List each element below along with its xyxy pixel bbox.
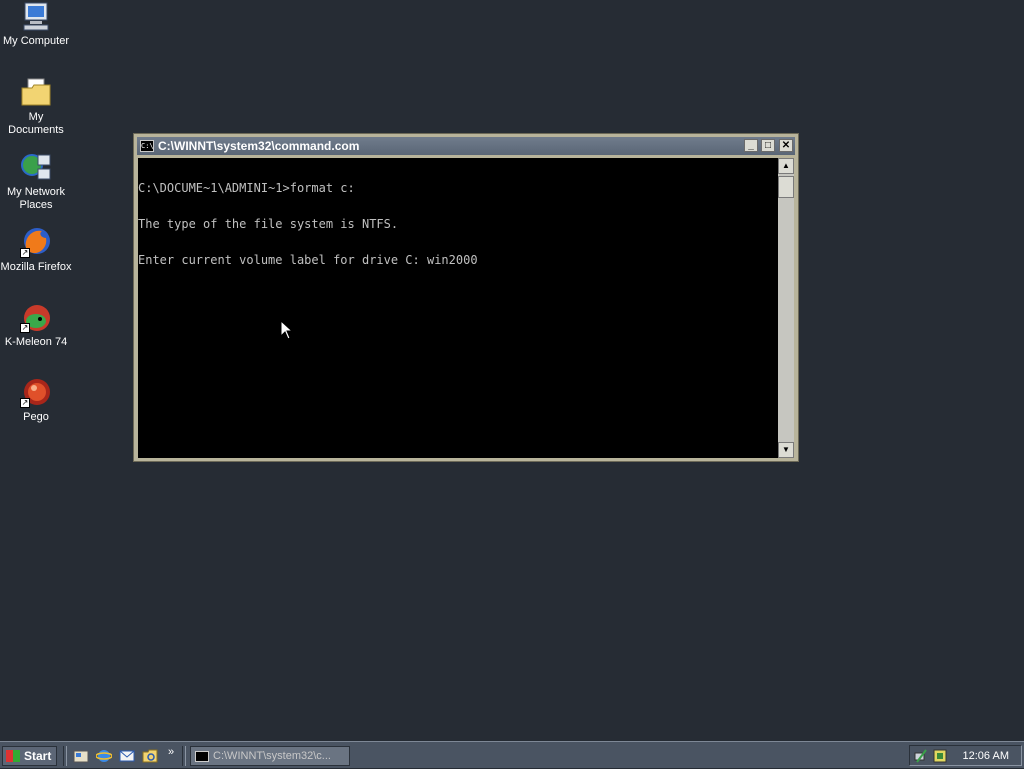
desktop-icon-my-network-places[interactable]: My Network Places <box>0 151 72 212</box>
network-icon <box>20 151 52 183</box>
scroll-up-button[interactable]: ▲ <box>778 158 794 174</box>
kmeleon-icon: ↗ <box>20 301 52 333</box>
system-tray: 12:06 AM <box>909 745 1022 766</box>
maximize-button[interactable]: □ <box>761 139 775 152</box>
shortcut-arrow-icon: ↗ <box>20 323 30 333</box>
ie-icon[interactable] <box>95 748 113 764</box>
scroll-down-icon: ▼ <box>782 445 790 454</box>
window-title: C:\WINNT\system32\command.com <box>158 139 360 153</box>
desktop-icon-my-documents[interactable]: My Documents <box>0 76 72 137</box>
desktop-icon-label: Mozilla Firefox <box>0 261 72 273</box>
taskbar-button-command[interactable]: C:\WINNT\system32\c... <box>190 746 350 766</box>
desktop-icon-pego[interactable]: ↗ Pego <box>0 376 72 424</box>
explorer-icon[interactable] <box>142 748 158 764</box>
scroll-up-icon: ▲ <box>782 161 790 170</box>
console-app-icon[interactable]: C:\ <box>140 140 154 152</box>
desktop-icon-mozilla-firefox[interactable]: ↗ Mozilla Firefox <box>0 226 72 274</box>
minimize-button[interactable]: _ <box>744 139 758 152</box>
desktop-icon-label: My Network Places <box>6 186 66 211</box>
console-line: Enter current volume label for drive C: … <box>138 253 478 267</box>
scroll-thumb[interactable] <box>778 176 794 198</box>
desktop: My Computer My Documents My Network Plac… <box>0 0 1024 740</box>
show-desktop-icon[interactable] <box>73 748 89 764</box>
desktop-icon-my-computer[interactable]: My Computer <box>0 0 72 48</box>
folder-icon <box>20 76 52 108</box>
close-button[interactable]: ✕ <box>779 139 793 152</box>
console-titlebar[interactable]: C:\ C:\WINNT\system32\command.com _ □ ✕ <box>137 137 795 155</box>
start-label: Start <box>24 749 52 763</box>
console-output[interactable]: C:\DOCUME~1\ADMINI~1>format c: The type … <box>138 158 778 458</box>
desktop-icon-k-meleon[interactable]: ↗ K-Meleon 74 <box>0 301 72 349</box>
vertical-scrollbar[interactable]: ▲ ▼ <box>778 158 794 458</box>
computer-icon <box>20 0 52 32</box>
mouse-pointer-icon <box>280 319 294 340</box>
console-window[interactable]: C:\ C:\WINNT\system32\command.com _ □ ✕ … <box>133 133 799 462</box>
taskbar: Start » C:\WINNT\system32\c... 12:06 AM <box>0 741 1024 768</box>
taskbar-button-label: C:\WINNT\system32\c... <box>213 750 331 762</box>
console-app-icon <box>195 750 209 762</box>
start-button[interactable]: Start <box>2 746 57 766</box>
console-line: C:\DOCUME~1\ADMINI~1>format c: <box>138 181 355 195</box>
minimize-icon: _ <box>748 140 754 151</box>
taskbar-separator <box>63 746 67 766</box>
shortcut-arrow-icon: ↗ <box>20 248 30 258</box>
volume-tray-icon[interactable] <box>932 748 948 764</box>
network-tray-icon[interactable] <box>914 748 930 764</box>
desktop-icon-label: K-Meleon 74 <box>4 336 68 348</box>
maximize-icon: □ <box>764 140 772 151</box>
firefox-icon: ↗ <box>20 226 52 258</box>
desktop-icon-label: My Computer <box>2 35 70 47</box>
close-icon: ✕ <box>781 140 791 151</box>
desktop-icon-label: My Documents <box>8 111 64 136</box>
shortcut-arrow-icon: ↗ <box>20 398 30 408</box>
taskbar-separator <box>182 746 186 766</box>
windows-logo-icon <box>6 750 20 762</box>
outlook-icon[interactable] <box>119 748 135 764</box>
pego-icon: ↗ <box>20 376 52 408</box>
clock[interactable]: 12:06 AM <box>963 750 1009 762</box>
scroll-down-button[interactable]: ▼ <box>778 442 794 458</box>
console-line: The type of the file system is NTFS. <box>138 217 399 231</box>
quick-launch-more-button[interactable]: » <box>168 746 174 758</box>
desktop-icon-label: Pego <box>23 411 49 423</box>
